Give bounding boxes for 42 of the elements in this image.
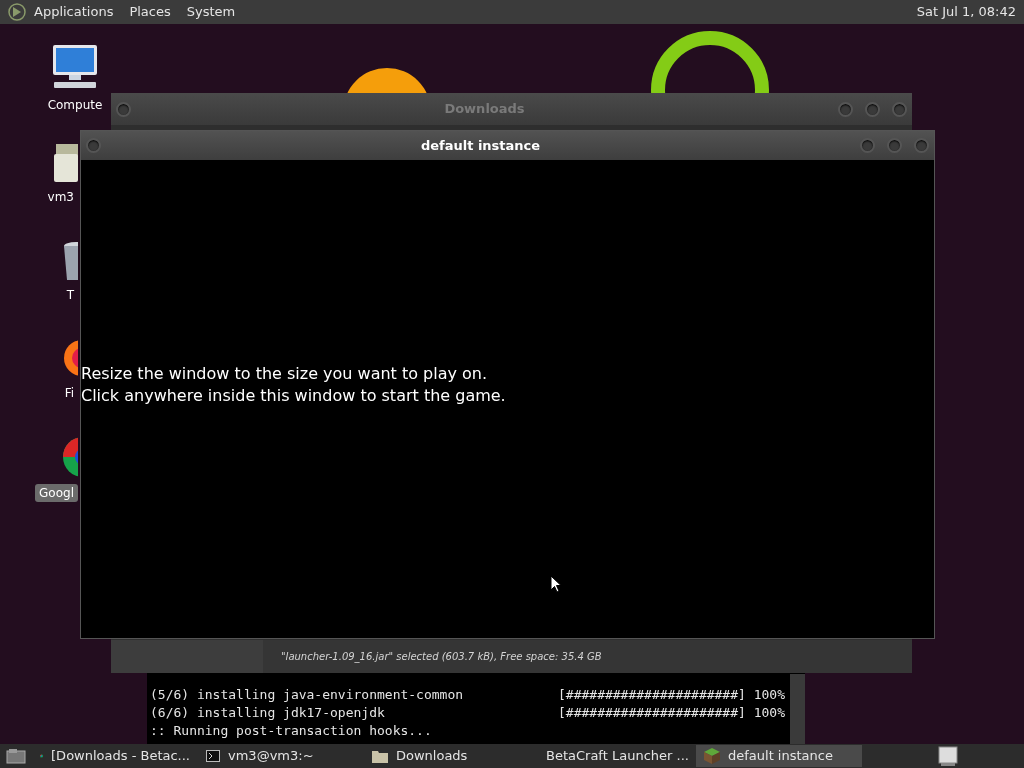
workspace-icon[interactable] — [938, 746, 958, 766]
folder-icon — [372, 749, 388, 763]
clock: Sat Jul 1, 08:42 — [916, 3, 1016, 22]
desktop-icon-label[interactable]: Googl — [35, 484, 78, 502]
taskbar-button[interactable]: default instance — [696, 745, 862, 767]
instruction-text: Resize the window to the size you want to play on. — [81, 363, 488, 385]
computer-icon — [51, 44, 99, 90]
terminal-line: :: Running post-transaction hooks... — [150, 722, 433, 740]
window-title: default instance — [419, 136, 542, 155]
window-control-button[interactable] — [860, 138, 875, 153]
instruction-text: Click anywhere inside this window to start the game. — [81, 385, 506, 407]
terminal-icon — [206, 750, 220, 762]
window-control-button[interactable] — [887, 138, 902, 153]
taskbar-button[interactable]: [Downloads - Betac... — [32, 745, 198, 767]
window-control-button[interactable] — [116, 101, 131, 117]
grass-block-icon — [704, 748, 720, 764]
logo-icon — [8, 3, 26, 21]
status-text: "launcher-1.09_16.jar" selected (603.7 kB), Free space: 35.4 GB — [281, 650, 602, 664]
menu-item[interactable]: Applications — [34, 2, 114, 22]
desktop-icon-label[interactable]: Compute — [43, 96, 107, 114]
terminal-line: (6/6) installing jdk17-openjdk — [150, 704, 386, 722]
progress-text: [######################] 100% — [558, 686, 785, 704]
terminal-line: (5/6) installing java-environment-common — [150, 686, 465, 704]
taskbar-button[interactable]: BetaCraft Launcher ... — [530, 745, 696, 767]
trash-icon — [62, 240, 78, 280]
drive-icon — [54, 142, 78, 182]
window-control-button[interactable] — [838, 101, 853, 117]
taskbar-button[interactable]: vm3@vm3:~ — [198, 745, 364, 767]
desktop-icon-label[interactable]: Fi — [60, 384, 78, 402]
menu-item[interactable]: System — [186, 2, 236, 22]
desktop-icon-label[interactable]: vm3 — [43, 188, 78, 206]
progress-text: [######################] 100% — [558, 704, 785, 722]
window-control-button[interactable] — [865, 101, 880, 117]
show-desktop-icon[interactable] — [6, 748, 26, 764]
taskbar-button[interactable]: Downloads — [364, 745, 530, 767]
window-control-button[interactable] — [914, 138, 929, 153]
desktop-icon-label[interactable]: T — [62, 286, 78, 304]
window-control-button[interactable] — [892, 101, 907, 117]
window-title: Downloads — [443, 100, 526, 119]
menu-item[interactable]: Places — [129, 2, 171, 22]
window-control-button[interactable] — [86, 138, 101, 153]
mouse-pointer-icon — [550, 575, 562, 593]
